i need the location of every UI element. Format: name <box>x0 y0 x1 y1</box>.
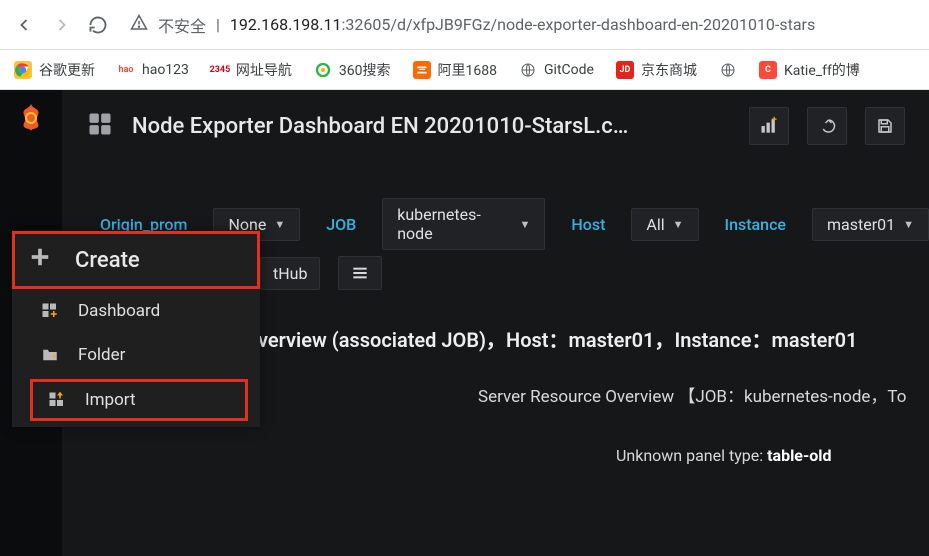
var-job-label: JOB <box>326 215 356 234</box>
url-text: 192.168.198.11:32605/d/xfpJB9FGz/node-ex… <box>230 15 815 34</box>
bookmark-item[interactable]: 360搜索 <box>314 60 391 80</box>
panel-plus-icon <box>40 301 60 321</box>
browser-bar: 不安全 | 192.168.198.11:32605/d/xfpJB9FGz/n… <box>0 0 929 50</box>
bookmark-item[interactable]: 谷歌更新 <box>14 60 95 80</box>
bookmark-favicon <box>719 61 737 79</box>
bookmark-favicon: JD <box>616 61 634 79</box>
grafana-logo-icon[interactable] <box>13 100 49 136</box>
back-button[interactable] <box>12 13 36 37</box>
bookmark-item[interactable] <box>719 61 737 79</box>
bookmark-favicon: C <box>759 61 777 79</box>
grafana-app: Create Dashboard Folder Import Node Expo… <box>0 90 929 556</box>
bookmark-favicon: 2345 <box>211 61 229 79</box>
bookmark-favicon <box>14 61 32 79</box>
bookmark-item[interactable]: C Katie_ff的博 <box>759 60 860 80</box>
folder-plus-icon <box>40 345 60 365</box>
save-button[interactable] <box>865 107 905 145</box>
page-header: Node Exporter Dashboard EN 20201010-Star… <box>62 90 929 162</box>
menu-item-label: Import <box>85 390 136 410</box>
bookmark-item[interactable]: 2345 网址导航 <box>211 60 292 80</box>
overview-line: verview (associated JOB)，Host：master01，I… <box>258 324 857 353</box>
menu-button[interactable] <box>338 256 382 290</box>
unknown-panel-line: Unknown panel type: table-old <box>616 446 832 465</box>
server-resource-line: Server Resource Overview 【JOB：kubernetes… <box>478 382 906 407</box>
create-flyout: Create Dashboard Folder Import <box>12 231 260 427</box>
create-import-item[interactable]: Import <box>30 379 248 421</box>
bookmark-label: hao123 <box>142 62 189 78</box>
insecure-icon <box>130 14 148 36</box>
bookmark-label: 京东商城 <box>641 60 697 80</box>
dashboard-icon <box>86 110 114 142</box>
thub-button[interactable]: tHub <box>260 257 320 290</box>
bookmarks-bar: 谷歌更新 hao hao123 2345 网址导航 360搜索 阿里1688 GitCode J… <box>0 50 929 90</box>
var-host-value[interactable]: All▼ <box>631 208 698 241</box>
link-row: tHub <box>260 256 382 290</box>
bookmark-item[interactable]: JD 京东商城 <box>616 60 697 80</box>
menu-item-label: Dashboard <box>78 301 160 321</box>
bookmark-label: 360搜索 <box>339 60 391 80</box>
bookmark-label: 阿里1688 <box>438 60 497 80</box>
bookmark-label: 谷歌更新 <box>39 60 95 80</box>
create-menu-header[interactable]: Create <box>12 231 260 289</box>
create-folder-item[interactable]: Folder <box>12 333 260 377</box>
bookmark-favicon <box>519 61 537 79</box>
bookmark-label: Katie_ff的博 <box>784 60 860 80</box>
separator: | <box>216 15 220 34</box>
plus-icon <box>29 246 51 274</box>
var-host-label: Host <box>571 215 605 234</box>
var-job-value[interactable]: kubernetes-node▼ <box>382 198 545 250</box>
page-title: Node Exporter Dashboard EN 20201010-Star… <box>132 114 628 139</box>
add-panel-button[interactable] <box>749 107 789 145</box>
bookmark-item[interactable]: 阿里1688 <box>413 60 497 80</box>
bookmark-favicon <box>314 61 332 79</box>
bookmark-favicon: hao <box>117 61 135 79</box>
bookmark-label: 网址导航 <box>236 60 292 80</box>
bookmark-item[interactable]: GitCode <box>519 61 594 79</box>
bookmark-label: GitCode <box>544 62 594 78</box>
url-bar[interactable]: 不安全 | 192.168.198.11:32605/d/xfpJB9FGz/n… <box>122 13 917 37</box>
bookmark-item[interactable]: hao hao123 <box>117 61 189 79</box>
bookmark-favicon <box>413 61 431 79</box>
insecure-label: 不安全 <box>158 13 206 37</box>
create-dashboard-item[interactable]: Dashboard <box>12 289 260 333</box>
create-label: Create <box>75 248 140 273</box>
menu-item-label: Folder <box>78 345 125 365</box>
reload-button[interactable] <box>88 15 108 35</box>
import-icon <box>47 390 67 410</box>
forward-button[interactable] <box>50 13 74 37</box>
var-instance-value[interactable]: master01▼ <box>812 208 929 241</box>
var-instance-label: Instance <box>725 215 786 234</box>
share-button[interactable] <box>807 107 847 145</box>
